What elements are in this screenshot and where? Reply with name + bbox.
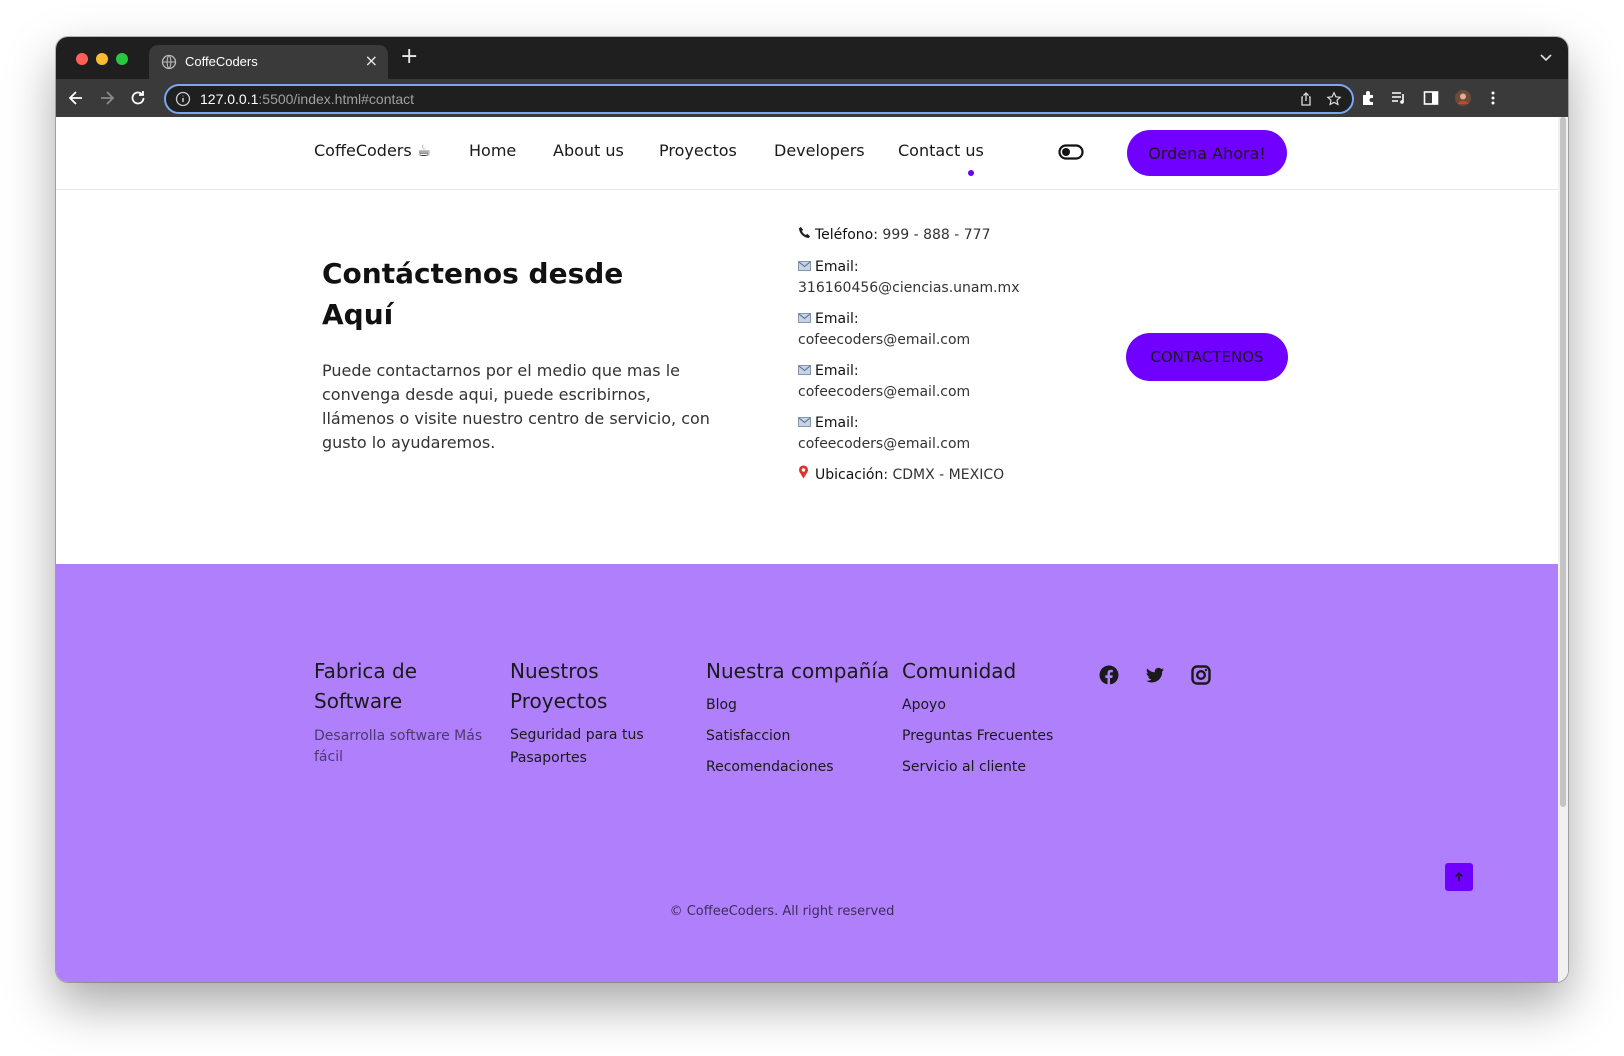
close-window-button[interactable] bbox=[76, 53, 88, 65]
media-queue-icon[interactable] bbox=[1390, 89, 1408, 107]
star-icon[interactable] bbox=[1326, 91, 1342, 107]
new-tab-button[interactable]: + bbox=[400, 46, 418, 68]
active-nav-indicator bbox=[968, 170, 974, 176]
envelope-icon bbox=[798, 413, 812, 434]
footer-link[interactable]: Servicio al cliente bbox=[902, 756, 1092, 779]
url-path: :5500/index.html#contact bbox=[258, 91, 415, 107]
browser-titlebar: CoffeCoders × + bbox=[56, 37, 1568, 79]
footer-link[interactable]: Recomendaciones bbox=[706, 756, 896, 779]
contact-label: Email: bbox=[815, 259, 859, 275]
facebook-icon[interactable] bbox=[1099, 665, 1119, 685]
contact-value[interactable]: 316160456@ciencias.unam.mx bbox=[798, 280, 1019, 296]
contact-value[interactable]: cofeecoders@email.com bbox=[798, 384, 970, 400]
contact-email: Email: 316160456@ciencias.unam.mx bbox=[798, 257, 1058, 299]
nav-link-developers[interactable]: Developers bbox=[774, 141, 865, 160]
footer-link[interactable]: Blog bbox=[706, 694, 896, 717]
footer-tagline: Desarrolla software Más fácil bbox=[314, 728, 483, 765]
contact-phone: Teléfono: 999 - 888 - 777 bbox=[798, 225, 1058, 246]
profile-avatar-icon[interactable] bbox=[1454, 89, 1472, 107]
copyright-text: © CoffeeCoders. All right reserved bbox=[669, 904, 895, 919]
footer-link[interactable]: Satisfaccion bbox=[706, 725, 896, 748]
contact-email: Email: cofeecoders@email.com bbox=[798, 309, 1058, 351]
order-now-button[interactable]: Ordena Ahora! bbox=[1127, 130, 1287, 176]
contact-title: Contáctenos desde Aquí bbox=[322, 257, 624, 331]
globe-icon bbox=[161, 54, 177, 70]
vertical-scrollbar[interactable] bbox=[1558, 117, 1568, 982]
contact-value: CDMX - MEXICO bbox=[892, 467, 1005, 483]
pin-icon bbox=[798, 465, 812, 486]
tab-title: CoffeCoders bbox=[185, 54, 258, 69]
side-panel-icon[interactable] bbox=[1422, 89, 1440, 107]
browser-toolbar: 127.0.0.1:5500/index.html#contact bbox=[56, 79, 1568, 117]
phone-icon bbox=[798, 225, 812, 246]
contact-label: Email: bbox=[815, 363, 859, 379]
site-footer: Fabrica de Software Desarrolla software … bbox=[56, 564, 1558, 982]
instagram-icon[interactable] bbox=[1191, 665, 1211, 685]
address-bar[interactable]: 127.0.0.1:5500/index.html#contact bbox=[164, 84, 1354, 114]
footer-column-community: Comunidad Apoyo Preguntas Frecuentes Ser… bbox=[902, 656, 1092, 787]
page-viewport: CoffeCoders ☕ Home About us Proyectos De… bbox=[56, 117, 1568, 982]
url-text: 127.0.0.1:5500/index.html#contact bbox=[200, 91, 414, 107]
scrollbar-thumb[interactable] bbox=[1560, 117, 1566, 807]
footer-heading: Fabrica de Software bbox=[314, 659, 418, 713]
contact-label: Ubicación: bbox=[815, 467, 889, 483]
scroll-to-top-button[interactable] bbox=[1445, 863, 1473, 891]
forward-arrow-icon[interactable] bbox=[97, 88, 117, 108]
contact-value[interactable]: cofeecoders@email.com bbox=[798, 436, 970, 452]
extensions-puzzle-icon[interactable] bbox=[1360, 89, 1378, 107]
footer-heading: Nuestra compañía bbox=[706, 659, 890, 683]
footer-link[interactable]: Apoyo bbox=[902, 694, 1092, 717]
nav-link-about[interactable]: About us bbox=[553, 141, 624, 160]
back-arrow-icon[interactable] bbox=[66, 88, 86, 108]
nav-link-contact[interactable]: Contact us bbox=[898, 141, 984, 160]
contact-email: Email: cofeecoders@email.com bbox=[798, 413, 1058, 455]
nav-link-home[interactable]: Home bbox=[469, 141, 516, 160]
maximize-window-button[interactable] bbox=[116, 53, 128, 65]
twitter-icon[interactable] bbox=[1145, 665, 1165, 685]
contact-label: Email: bbox=[815, 415, 859, 431]
info-icon[interactable] bbox=[175, 91, 191, 107]
contact-value: 999 - 888 - 777 bbox=[882, 227, 991, 243]
footer-link[interactable]: Seguridad para tus Pasaportes bbox=[510, 724, 700, 770]
theme-toggle-icon[interactable] bbox=[1058, 143, 1084, 161]
contact-label: Email: bbox=[815, 311, 859, 327]
kebab-menu-icon[interactable] bbox=[1484, 89, 1502, 107]
browser-tab[interactable]: CoffeCoders × bbox=[149, 45, 388, 79]
envelope-icon bbox=[798, 361, 812, 382]
contact-email: Email: cofeecoders@email.com bbox=[798, 361, 1058, 403]
reload-icon[interactable] bbox=[128, 88, 148, 108]
site-header: CoffeCoders ☕ Home About us Proyectos De… bbox=[56, 117, 1558, 190]
footer-column-projects: Nuestros Proyectos Seguridad para tus Pa… bbox=[510, 656, 700, 778]
share-icon[interactable] bbox=[1298, 91, 1314, 107]
footer-heading: Comunidad bbox=[902, 659, 1017, 683]
browser-window: CoffeCoders × + 127.0.0.1:5500/index.htm… bbox=[56, 37, 1568, 982]
url-host: 127.0.0.1 bbox=[200, 91, 259, 107]
envelope-icon bbox=[798, 257, 812, 278]
footer-column-company: Fabrica de Software Desarrolla software … bbox=[314, 656, 504, 768]
chevron-down-icon[interactable] bbox=[1538, 49, 1554, 65]
footer-link[interactable]: Preguntas Frecuentes bbox=[902, 725, 1092, 748]
contact-value[interactable]: cofeecoders@email.com bbox=[798, 332, 970, 348]
contact-location: Ubicación: CDMX - MEXICO bbox=[798, 465, 1058, 486]
footer-column-about: Nuestra compañía Blog Satisfaccion Recom… bbox=[706, 656, 896, 787]
tab-close-icon[interactable]: × bbox=[365, 51, 378, 70]
arrow-up-icon bbox=[1454, 871, 1464, 882]
contact-description: Puede contactarnos por el medio que mas … bbox=[322, 361, 710, 452]
brand-logo[interactable]: CoffeCoders ☕ bbox=[314, 141, 431, 160]
contact-us-button[interactable]: CONTACTENOS bbox=[1126, 333, 1288, 381]
footer-heading: Nuestros Proyectos bbox=[510, 659, 608, 713]
minimize-window-button[interactable] bbox=[96, 53, 108, 65]
nav-link-proyectos[interactable]: Proyectos bbox=[659, 141, 737, 160]
contact-label: Teléfono: bbox=[815, 227, 878, 243]
envelope-icon bbox=[798, 309, 812, 330]
